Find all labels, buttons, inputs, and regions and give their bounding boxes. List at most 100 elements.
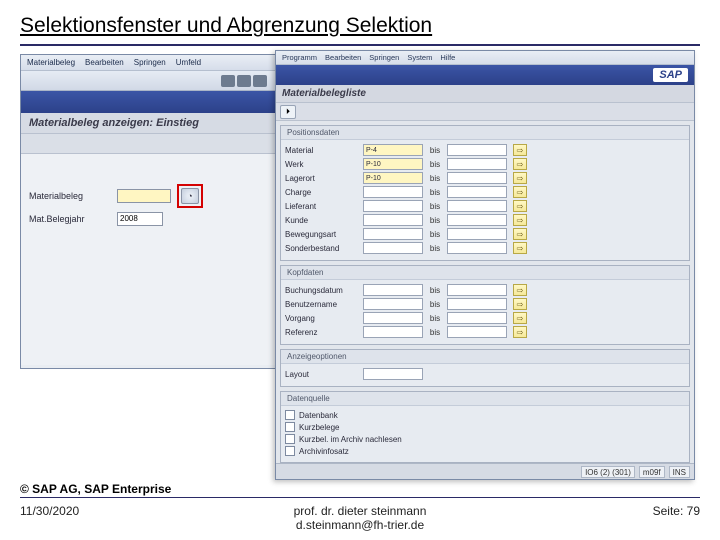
input-to[interactable]	[447, 214, 507, 226]
field-label: Referenz	[285, 328, 363, 337]
menu-item[interactable]: System	[407, 53, 432, 62]
status-system: m09f	[639, 466, 665, 478]
source-row: Datenbank	[285, 410, 685, 420]
bis-label: bis	[423, 160, 447, 169]
input-from[interactable]	[363, 312, 423, 324]
bis-label: bis	[423, 230, 447, 239]
checkbox[interactable]	[285, 434, 295, 444]
input-from[interactable]	[363, 200, 423, 212]
menu-item[interactable]: Programm	[282, 53, 317, 62]
input-from[interactable]: P-10	[363, 158, 423, 170]
front-body: Positionsdaten MaterialP-4bis⇨WerkP-10bi…	[276, 121, 694, 469]
multiple-selection-button[interactable]: ⇨	[513, 144, 527, 156]
input-from[interactable]	[363, 228, 423, 240]
multiple-selection-button[interactable]: ⇨	[513, 298, 527, 310]
bis-label: bis	[423, 202, 447, 211]
group-source: Datenquelle DatenbankKurzbelegeKurzbel. …	[280, 391, 690, 463]
field-label: Kurzbel. im Archiv nachlesen	[299, 435, 402, 444]
field-label: Charge	[285, 188, 363, 197]
input-to[interactable]	[447, 298, 507, 310]
title-rule	[20, 44, 700, 46]
input-from[interactable]	[363, 284, 423, 296]
source-row: Kurzbel. im Archiv nachlesen	[285, 434, 685, 444]
menu-item[interactable]: Materialbeleg	[27, 58, 75, 67]
checkbox[interactable]	[285, 446, 295, 456]
multiple-selection-button[interactable]: ⇨	[513, 214, 527, 226]
field-label: Benutzername	[285, 300, 363, 309]
multiple-selection-button[interactable]: ⇨	[513, 158, 527, 170]
input-from[interactable]	[363, 242, 423, 254]
multiple-selection-button[interactable]: ⇨	[513, 312, 527, 324]
input-to[interactable]	[447, 158, 507, 170]
field-label: Layout	[285, 370, 363, 379]
footer-date: 11/30/2020	[20, 504, 140, 532]
input-to[interactable]	[447, 284, 507, 296]
input-jahr[interactable]: 2008	[117, 212, 163, 226]
input-layout[interactable]	[363, 368, 423, 380]
input-from[interactable]: P-4	[363, 144, 423, 156]
field-label: Werk	[285, 160, 363, 169]
f4-search-icon: ◔	[187, 191, 192, 201]
selection-row: Benutzername bis ⇨	[285, 298, 685, 310]
input-from[interactable]: P-10	[363, 172, 423, 184]
input-to[interactable]	[447, 326, 507, 338]
input-from[interactable]	[363, 298, 423, 310]
input-to[interactable]	[447, 228, 507, 240]
footer-author: prof. dr. dieter steinmann	[140, 504, 580, 518]
sap-window-front: Programm Bearbeiten Springen System Hilf…	[275, 50, 695, 480]
input-from[interactable]	[363, 214, 423, 226]
checkbox[interactable]	[285, 410, 295, 420]
menu-item[interactable]: Umfeld	[176, 58, 201, 67]
sap-logo: SAP	[653, 68, 688, 82]
selection-row: LagerortP-10bis⇨	[285, 172, 685, 184]
multiple-selection-button[interactable]: ⇨	[513, 172, 527, 184]
bis-label: bis	[423, 146, 447, 155]
group-header: Kopfdaten Buchungsdatumbis⇨Benutzernameb…	[280, 265, 690, 345]
bis-label: bis	[423, 244, 447, 253]
execute-button[interactable]: ⏵	[280, 105, 296, 119]
input-to[interactable]	[447, 312, 507, 324]
bis-label: bis	[423, 216, 447, 225]
input-to[interactable]	[447, 172, 507, 184]
selection-row: MaterialP-4bis⇨	[285, 144, 685, 156]
status-bar: IO6 (2) (301) m09f INS	[276, 463, 694, 479]
group-title: Anzeigeoptionen	[281, 350, 689, 364]
input-from[interactable]	[363, 326, 423, 338]
input-from[interactable]	[363, 186, 423, 198]
selection-row: Chargebis⇨	[285, 186, 685, 198]
multiple-selection-button[interactable]: ⇨	[513, 228, 527, 240]
selection-row: Buchungsdatum bis ⇨	[285, 284, 685, 296]
status-client: IO6 (2) (301)	[581, 466, 635, 478]
menu-item[interactable]: Bearbeiten	[325, 53, 361, 62]
menu-item[interactable]: Hilfe	[440, 53, 455, 62]
input-to[interactable]	[447, 242, 507, 254]
multiple-selection-button[interactable]: ⇨	[513, 200, 527, 212]
multiple-selection-button[interactable]: ⇨	[513, 242, 527, 254]
menu-item[interactable]: Springen	[134, 58, 166, 67]
multiple-selection-button[interactable]: ⇨	[513, 284, 527, 296]
field-label: Lagerort	[285, 174, 363, 183]
checkbox[interactable]	[285, 422, 295, 432]
field-label-materialbeleg: Materialbeleg	[29, 191, 117, 201]
menu-item[interactable]: Springen	[369, 53, 399, 62]
group-options: Anzeigeoptionen Layout	[280, 349, 690, 387]
f4-help-button[interactable]: ◔	[181, 188, 199, 204]
multiple-selection-button[interactable]: ⇨	[513, 326, 527, 338]
bis-label: bis	[423, 300, 447, 309]
input-to[interactable]	[447, 186, 507, 198]
field-label: Lieferant	[285, 202, 363, 211]
input-to[interactable]	[447, 144, 507, 156]
field-label: Kunde	[285, 216, 363, 225]
field-label: Buchungsdatum	[285, 286, 363, 295]
field-label: Vorgang	[285, 314, 363, 323]
footer-page: Seite: 79	[580, 504, 700, 532]
multiple-selection-button[interactable]: ⇨	[513, 186, 527, 198]
input-materialbeleg[interactable]	[117, 189, 171, 203]
menu-item[interactable]: Bearbeiten	[85, 58, 124, 67]
bis-label: bis	[423, 286, 447, 295]
input-to[interactable]	[447, 200, 507, 212]
footer-rule	[20, 497, 700, 498]
copyright: © SAP AG, SAP Enterprise	[20, 482, 700, 496]
source-row: Archivinfosatz	[285, 446, 685, 456]
footer-email: d.steinmann@fh-trier.de	[140, 518, 580, 532]
